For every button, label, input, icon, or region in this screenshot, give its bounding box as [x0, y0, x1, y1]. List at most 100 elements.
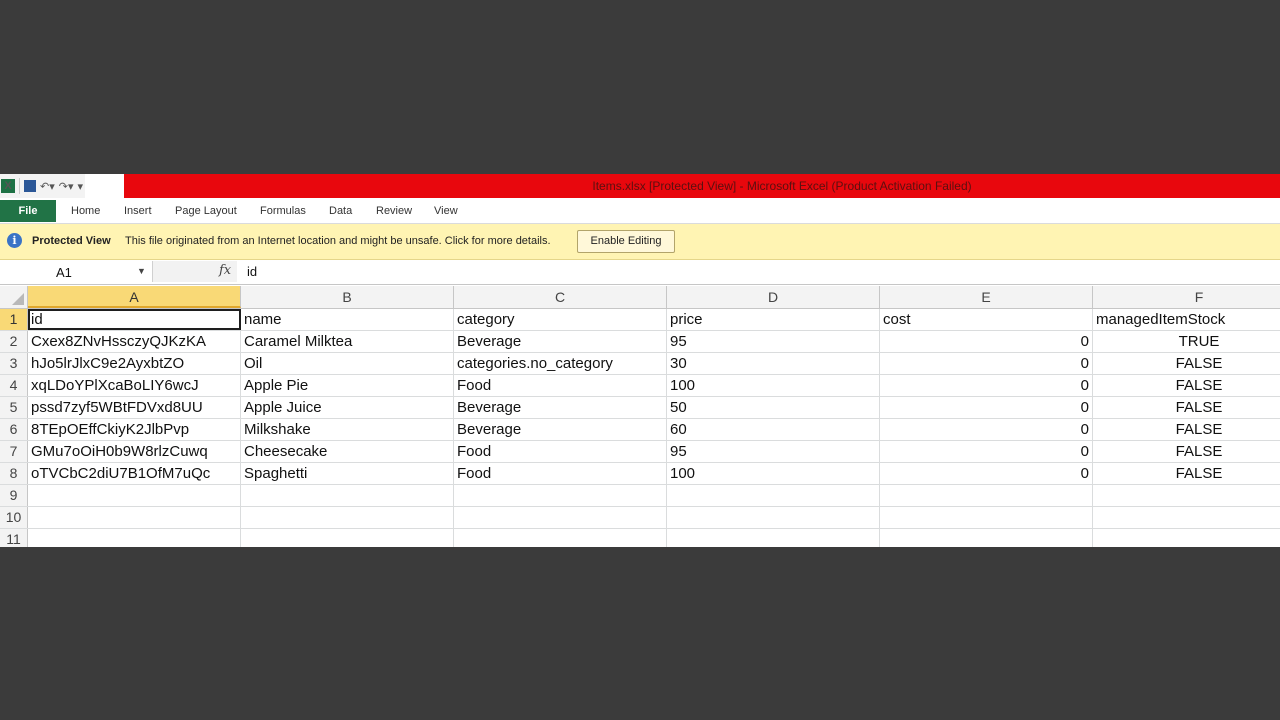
insert-function-icon[interactable]: fx — [219, 263, 231, 278]
cell-a4[interactable]: xqLDoYPlXcaBoLIY6wcJ — [28, 375, 241, 396]
tab-file[interactable]: File — [0, 200, 56, 222]
cell-e6[interactable]: 0 — [880, 419, 1093, 440]
cell-b3[interactable]: Oil — [241, 353, 454, 374]
cell-e3[interactable]: 0 — [880, 353, 1093, 374]
cell-a3[interactable]: hJo5lrJlxC9e2AyxbtZO — [28, 353, 241, 374]
tab-data[interactable]: Data — [329, 205, 352, 217]
cell-c2[interactable]: Beverage — [454, 331, 667, 352]
cell-f5[interactable]: FALSE — [1093, 397, 1280, 418]
column-header-a[interactable]: A — [28, 286, 241, 308]
row-header[interactable]: 2 — [0, 331, 28, 352]
cell-c8[interactable]: Food — [454, 463, 667, 484]
cell-c4[interactable]: Food — [454, 375, 667, 396]
cell-d1[interactable]: price — [667, 309, 880, 330]
cell-d7[interactable]: 95 — [667, 441, 880, 462]
cell-a10[interactable] — [28, 507, 241, 528]
cell-b11[interactable] — [241, 529, 454, 547]
cell-f9[interactable] — [1093, 485, 1280, 506]
row-header[interactable]: 1 — [0, 309, 28, 330]
cell-c11[interactable] — [454, 529, 667, 547]
tab-page-layout[interactable]: Page Layout — [175, 205, 237, 217]
row-header[interactable]: 3 — [0, 353, 28, 374]
column-header-f[interactable]: F — [1093, 286, 1280, 308]
cell-f6[interactable]: FALSE — [1093, 419, 1280, 440]
column-header-d[interactable]: D — [667, 286, 880, 308]
cell-b2[interactable]: Caramel Milktea — [241, 331, 454, 352]
cell-e5[interactable]: 0 — [880, 397, 1093, 418]
cell-a8[interactable]: oTVCbC2diU7B1OfM7uQc — [28, 463, 241, 484]
cell-f2[interactable]: TRUE — [1093, 331, 1280, 352]
cell-f8[interactable]: FALSE — [1093, 463, 1280, 484]
cell-b6[interactable]: Milkshake — [241, 419, 454, 440]
chevron-down-icon[interactable]: ▼ — [137, 266, 146, 276]
column-header-c[interactable]: C — [454, 286, 667, 308]
cell-b5[interactable]: Apple Juice — [241, 397, 454, 418]
cell-a11[interactable] — [28, 529, 241, 547]
cell-d4[interactable]: 100 — [667, 375, 880, 396]
undo-icon[interactable]: ↶▾ — [40, 180, 55, 193]
cell-c1[interactable]: category — [454, 309, 667, 330]
cell-a5[interactable]: pssd7zyf5WBtFDVxd8UU — [28, 397, 241, 418]
column-header-b[interactable]: B — [241, 286, 454, 308]
cell-e11[interactable] — [880, 529, 1093, 547]
name-box[interactable]: A1 ▼ — [0, 261, 150, 282]
formula-input[interactable]: id — [247, 264, 257, 279]
save-icon[interactable] — [24, 180, 36, 192]
cell-e8[interactable]: 0 — [880, 463, 1093, 484]
select-all-button[interactable] — [0, 286, 28, 308]
cell-d10[interactable] — [667, 507, 880, 528]
cell-b4[interactable]: Apple Pie — [241, 375, 454, 396]
cell-d3[interactable]: 30 — [667, 353, 880, 374]
tab-home[interactable]: Home — [71, 205, 100, 217]
cell-e10[interactable] — [880, 507, 1093, 528]
cell-a7[interactable]: GMu7oOiH0b9W8rlzCuwq — [28, 441, 241, 462]
cell-d2[interactable]: 95 — [667, 331, 880, 352]
cell-a1[interactable]: id — [28, 309, 241, 330]
cell-d9[interactable] — [667, 485, 880, 506]
cell-f3[interactable]: FALSE — [1093, 353, 1280, 374]
cell-a6[interactable]: 8TEpOEffCkiyK2JlbPvp — [28, 419, 241, 440]
row-header[interactable]: 11 — [0, 529, 28, 547]
cell-f1[interactable]: managedItemStock — [1093, 309, 1280, 330]
cell-c5[interactable]: Beverage — [454, 397, 667, 418]
cell-b1[interactable]: name — [241, 309, 454, 330]
column-header-e[interactable]: E — [880, 286, 1093, 308]
enable-editing-button[interactable]: Enable Editing — [577, 230, 675, 253]
cell-f10[interactable] — [1093, 507, 1280, 528]
row-header[interactable]: 7 — [0, 441, 28, 462]
tab-view[interactable]: View — [434, 205, 458, 217]
redo-icon[interactable]: ↷▾ — [59, 180, 74, 193]
cell-f7[interactable]: FALSE — [1093, 441, 1280, 462]
excel-logo-icon[interactable]: X — [1, 179, 15, 193]
cell-c6[interactable]: Beverage — [454, 419, 667, 440]
cell-b10[interactable] — [241, 507, 454, 528]
cell-c10[interactable] — [454, 507, 667, 528]
cell-f11[interactable] — [1093, 529, 1280, 547]
protected-view-bar[interactable]: i Protected View This file originated fr… — [0, 224, 1280, 260]
cell-b7[interactable]: Cheesecake — [241, 441, 454, 462]
row-header[interactable]: 9 — [0, 485, 28, 506]
row-header[interactable]: 6 — [0, 419, 28, 440]
cell-e1[interactable]: cost — [880, 309, 1093, 330]
cell-f4[interactable]: FALSE — [1093, 375, 1280, 396]
cell-a2[interactable]: Cxex8ZNvHssczyQJKzKA — [28, 331, 241, 352]
cell-e4[interactable]: 0 — [880, 375, 1093, 396]
cell-c9[interactable] — [454, 485, 667, 506]
tab-insert[interactable]: Insert — [124, 205, 152, 217]
cell-d6[interactable]: 60 — [667, 419, 880, 440]
row-header[interactable]: 10 — [0, 507, 28, 528]
cell-b8[interactable]: Spaghetti — [241, 463, 454, 484]
cell-d5[interactable]: 50 — [667, 397, 880, 418]
row-header[interactable]: 5 — [0, 397, 28, 418]
customize-qat-icon[interactable]: ▾ — [78, 180, 84, 193]
cell-b9[interactable] — [241, 485, 454, 506]
tab-review[interactable]: Review — [376, 205, 412, 217]
cell-a9[interactable] — [28, 485, 241, 506]
tab-formulas[interactable]: Formulas — [260, 205, 306, 217]
cell-e7[interactable]: 0 — [880, 441, 1093, 462]
row-header[interactable]: 8 — [0, 463, 28, 484]
cell-d8[interactable]: 100 — [667, 463, 880, 484]
cell-d11[interactable] — [667, 529, 880, 547]
row-header[interactable]: 4 — [0, 375, 28, 396]
cell-e2[interactable]: 0 — [880, 331, 1093, 352]
